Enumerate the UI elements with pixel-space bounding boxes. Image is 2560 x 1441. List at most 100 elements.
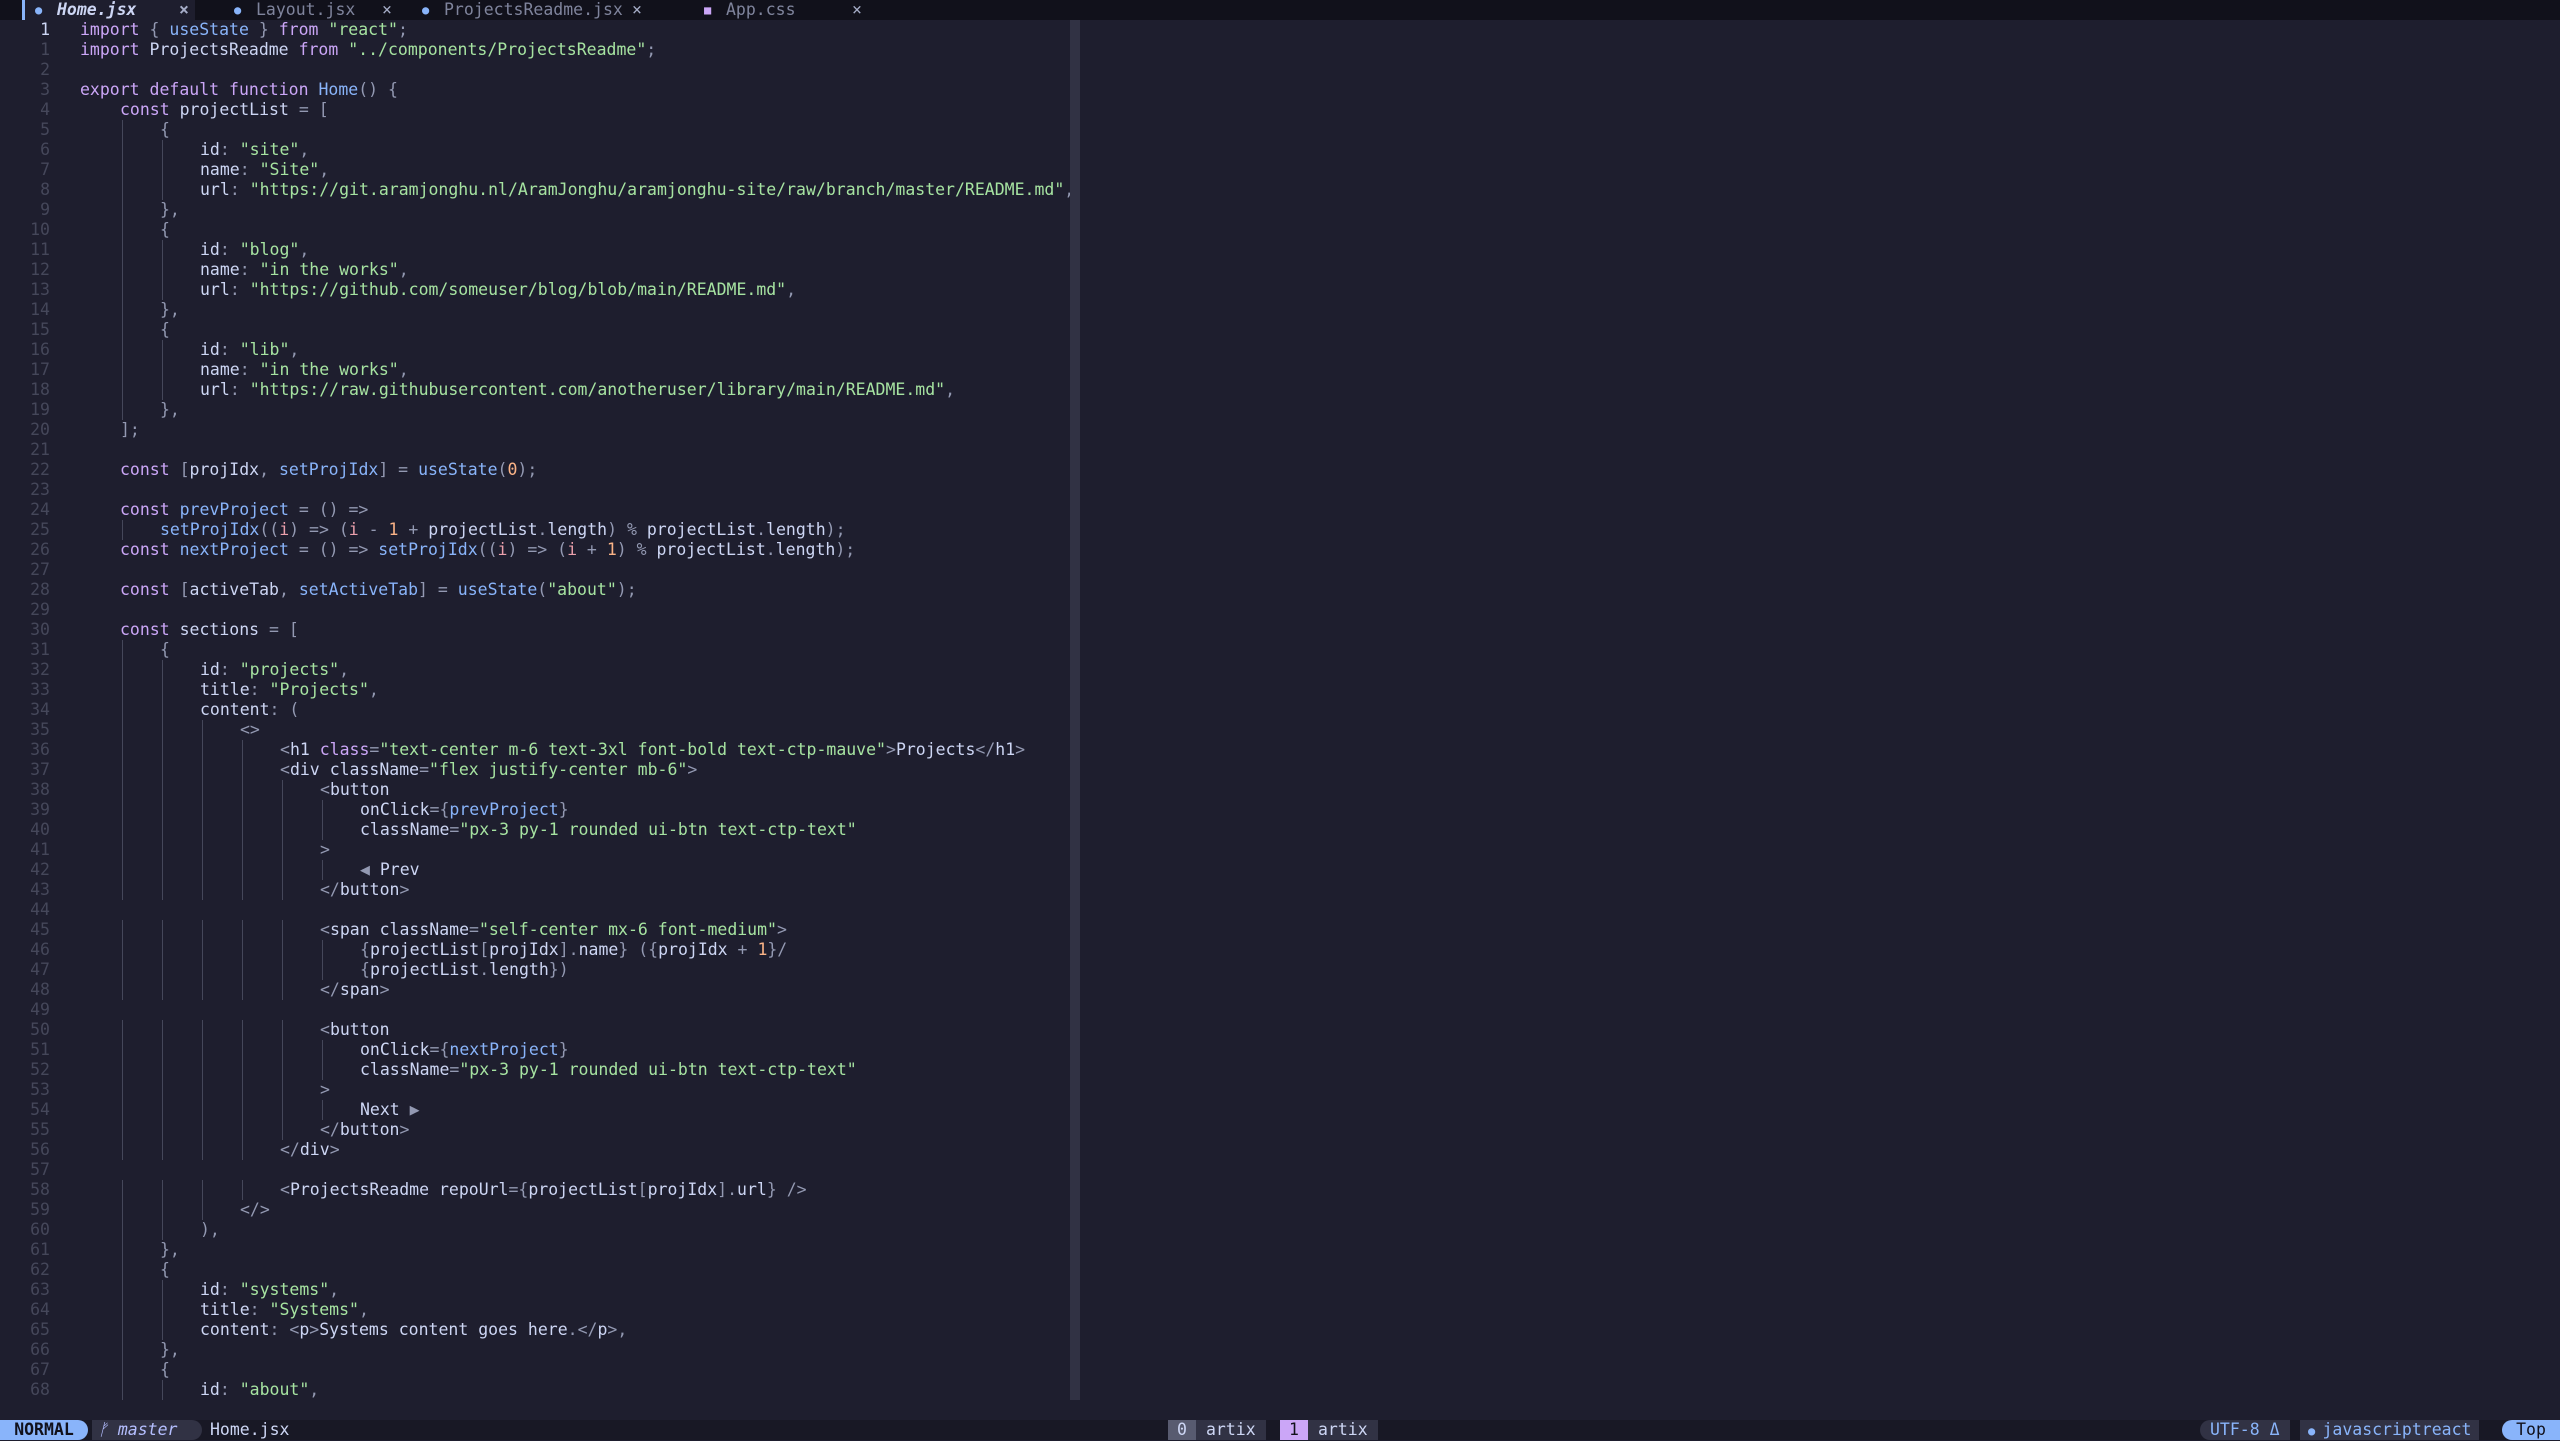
code-line[interactable]: 1 import { useState } from "react"; bbox=[0, 20, 1070, 40]
code-line[interactable]: 33 title: "Projects", bbox=[0, 680, 1070, 700]
code-line[interactable]: 42 ◀ Prev bbox=[0, 860, 1070, 880]
code-line[interactable]: 65 content: <p>Systems content goes here.… bbox=[0, 1320, 1070, 1340]
code-line[interactable]: 11 id: "blog", bbox=[0, 240, 1070, 260]
line-number: 22 bbox=[30, 460, 50, 479]
workspace-1[interactable]: 1 artix bbox=[1280, 1420, 1378, 1440]
line-number: 30 bbox=[30, 620, 50, 639]
code-line[interactable]: 55 </button> bbox=[0, 1120, 1070, 1140]
code-line[interactable]: 6 id: "site", bbox=[0, 140, 1070, 160]
close-icon[interactable]: × bbox=[632, 0, 642, 20]
code-line[interactable]: 15 { bbox=[0, 320, 1070, 340]
indent-guide bbox=[122, 1220, 123, 1240]
git-branch[interactable]: ᚠ master bbox=[92, 1420, 202, 1440]
code-line[interactable]: 29 bbox=[0, 600, 1070, 620]
indent-guide bbox=[122, 1200, 123, 1220]
code-line[interactable]: 9}, bbox=[0, 200, 1070, 220]
code-line[interactable]: 52 className="px-3 py-1 rounded ui-btn te… bbox=[0, 1060, 1070, 1080]
code-line[interactable]: 4 const projectList = [ bbox=[0, 100, 1070, 120]
code-line[interactable]: 61}, bbox=[0, 1240, 1070, 1260]
code-line[interactable]: 59 </> bbox=[0, 1200, 1070, 1220]
code-line[interactable]: 21 bbox=[0, 440, 1070, 460]
code-line[interactable]: 27 bbox=[0, 560, 1070, 580]
code-line[interactable]: 14}, bbox=[0, 300, 1070, 320]
code-line[interactable]: 31 { bbox=[0, 640, 1070, 660]
code-line[interactable]: 45 <span className="self-center mx-6 font… bbox=[0, 920, 1070, 940]
code-line[interactable]: 19}, bbox=[0, 400, 1070, 420]
tab-layout-jsx[interactable]: ● Layout.jsx × bbox=[224, 0, 404, 20]
code-line[interactable]: 44 bbox=[0, 900, 1070, 920]
code-line[interactable]: 64 title: "Systems", bbox=[0, 1300, 1070, 1320]
code-line[interactable]: 25 setProjIdx((i) => (i - 1 + projectList… bbox=[0, 520, 1070, 540]
workspace-0[interactable]: 0 artix bbox=[1168, 1420, 1266, 1440]
code-line[interactable]: 7 name: "Site", bbox=[0, 160, 1070, 180]
indent-guide bbox=[162, 360, 163, 380]
code-line[interactable]: 13 url: "https://github.com/someuser/blog… bbox=[0, 280, 1070, 300]
code-line[interactable]: 17 name: "in the works", bbox=[0, 360, 1070, 380]
code-line[interactable]: 58 <ProjectsReadme repoUrl={projectList[p… bbox=[0, 1180, 1070, 1200]
code-line[interactable]: 8 url: "https://git.aramjonghu.nl/AramJon… bbox=[0, 180, 1070, 200]
code-line[interactable]: 2 bbox=[0, 60, 1070, 80]
code-line[interactable]: 62 { bbox=[0, 1260, 1070, 1280]
code-line[interactable]: 66}, bbox=[0, 1340, 1070, 1360]
code-line[interactable]: 5{ bbox=[0, 120, 1070, 140]
tab-projectsreadme-jsx[interactable]: ● ProjectsReadme.jsx × bbox=[412, 0, 652, 20]
code-line[interactable]: 35 <> bbox=[0, 720, 1070, 740]
code-line[interactable]: 67 { bbox=[0, 1360, 1070, 1380]
code-line[interactable]: 20]; bbox=[0, 420, 1070, 440]
code-line[interactable]: 37 <div className="flex justify-center mb… bbox=[0, 760, 1070, 780]
code-line[interactable]: 53 > bbox=[0, 1080, 1070, 1100]
line-number: 52 bbox=[30, 1060, 50, 1079]
code-line[interactable]: 23 bbox=[0, 480, 1070, 500]
code-editor[interactable]: 1 import { useState } from "react"; 1 impor… bbox=[0, 20, 1070, 1400]
code-line[interactable]: 38 <button bbox=[0, 780, 1070, 800]
split-divider[interactable] bbox=[1070, 20, 1080, 1400]
empty-pane[interactable] bbox=[1080, 20, 2560, 1400]
indent-guide bbox=[122, 240, 123, 260]
line-number: 64 bbox=[30, 1300, 50, 1319]
code-text: id: "projects", bbox=[200, 660, 350, 679]
code-line[interactable]: 46 {projectList[projIdx].name} ({projIdx … bbox=[0, 940, 1070, 960]
code-line[interactable]: 36 <h1 class="text-center m-6 text-3xl fo… bbox=[0, 740, 1070, 760]
code-line[interactable]: 60), bbox=[0, 1220, 1070, 1240]
line-number: 41 bbox=[30, 840, 50, 859]
code-line[interactable]: 63 id: "systems", bbox=[0, 1280, 1070, 1300]
code-line[interactable]: 30 const sections = [ bbox=[0, 620, 1070, 640]
code-line[interactable]: 47 {projectList.length}) bbox=[0, 960, 1070, 980]
code-line[interactable]: 48 </span> bbox=[0, 980, 1070, 1000]
code-line[interactable]: 56 </div> bbox=[0, 1140, 1070, 1160]
code-line[interactable]: 18 url: "https://raw.githubusercontent.co… bbox=[0, 380, 1070, 400]
close-icon[interactable]: × bbox=[382, 0, 392, 20]
code-line[interactable]: 54 Next ▶ bbox=[0, 1100, 1070, 1120]
indent-guide bbox=[122, 640, 123, 660]
code-line[interactable]: 16 id: "lib", bbox=[0, 340, 1070, 360]
code-line[interactable]: 39 onClick={prevProject} bbox=[0, 800, 1070, 820]
tab-app-css[interactable]: ■ App.css × bbox=[694, 0, 864, 20]
indent-guide bbox=[282, 880, 283, 900]
code-line[interactable]: 26 const nextProject = () => setProjIdx((… bbox=[0, 540, 1070, 560]
code-line[interactable]: 51 onClick={nextProject} bbox=[0, 1040, 1070, 1060]
code-line[interactable]: 10 { bbox=[0, 220, 1070, 240]
code-line[interactable]: 28 const [activeTab, setActiveTab] = useS… bbox=[0, 580, 1070, 600]
close-icon[interactable]: × bbox=[852, 0, 862, 20]
code-line[interactable]: 43 </button> bbox=[0, 880, 1070, 900]
code-line[interactable]: 3 export default function Home() { bbox=[0, 80, 1070, 100]
indent-guide bbox=[122, 120, 123, 140]
code-line[interactable]: 57 bbox=[0, 1160, 1070, 1180]
code-line[interactable]: 34 content: ( bbox=[0, 700, 1070, 720]
code-line[interactable]: 40 className="px-3 py-1 rounded ui-btn te… bbox=[0, 820, 1070, 840]
tab-home-jsx[interactable]: ● Home.jsx × bbox=[22, 0, 195, 20]
code-line[interactable]: 24 const prevProject = () => bbox=[0, 500, 1070, 520]
code-line[interactable]: 49 bbox=[0, 1000, 1070, 1020]
code-line[interactable]: 68 id: "about", bbox=[0, 1380, 1070, 1400]
code-line[interactable]: 22 const [projIdx, setProjIdx] = useState… bbox=[0, 460, 1070, 480]
code-line[interactable]: 50 <button bbox=[0, 1020, 1070, 1040]
code-line[interactable]: 32 id: "projects", bbox=[0, 660, 1070, 680]
code-line[interactable]: 41 > bbox=[0, 840, 1070, 860]
indent-guide bbox=[162, 680, 163, 700]
close-icon[interactable]: × bbox=[179, 0, 189, 20]
line-number: 31 bbox=[30, 640, 50, 659]
code-line[interactable]: 1 import ProjectsReadme from "../componen… bbox=[0, 40, 1070, 60]
code-line[interactable]: 12 name: "in the works", bbox=[0, 260, 1070, 280]
code-text: </div> bbox=[280, 1140, 340, 1159]
code-text: const prevProject = () => bbox=[120, 500, 369, 519]
